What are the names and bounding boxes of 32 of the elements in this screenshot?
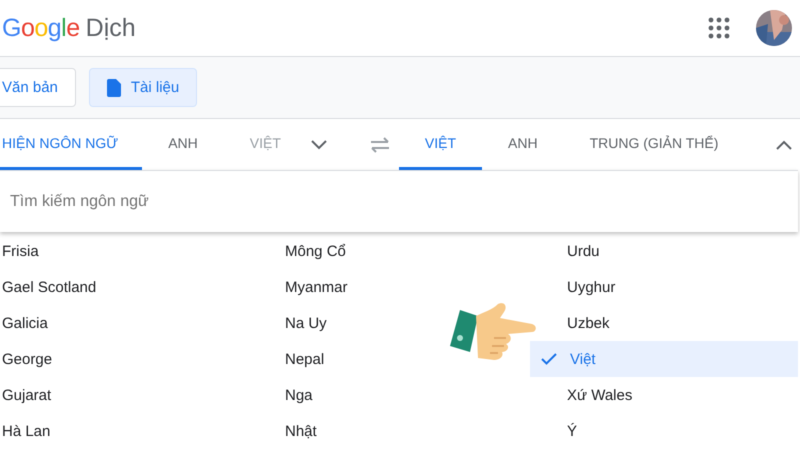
swap-icon[interactable] [368, 136, 391, 152]
language-option[interactable]: Nga [283, 377, 530, 413]
language-option[interactable]: Mông Cổ [283, 233, 530, 269]
chevron-up-icon[interactable] [776, 140, 792, 150]
language-tab[interactable]: ANH [142, 119, 224, 170]
language-option[interactable]: Frisia [0, 233, 283, 269]
apps-grid-icon[interactable] [708, 17, 730, 39]
language-option[interactable]: Ý [530, 413, 798, 449]
language-option[interactable]: Myanmar [283, 269, 530, 305]
chevron-down-icon[interactable] [310, 140, 327, 150]
search-field[interactable]: Tìm kiếm ngôn ngữ [0, 170, 798, 232]
language-option[interactable]: Galicia [0, 305, 283, 341]
language-option[interactable]: Việt [530, 341, 798, 377]
language-option[interactable]: Urdu [530, 233, 798, 269]
language-option[interactable]: Nhật [283, 413, 530, 449]
language-option[interactable]: Na Uy [283, 305, 530, 341]
checkmark-icon [541, 353, 557, 365]
logo: Google [2, 14, 80, 42]
language-option[interactable]: Gael Scotland [0, 269, 283, 305]
language-option[interactable]: Hà Lan [0, 413, 283, 449]
language-tab[interactable]: ANH [482, 119, 564, 170]
language-option[interactable]: Gujarat [0, 377, 283, 413]
document-icon [106, 78, 121, 96]
language-option[interactable]: Uzbek [530, 305, 798, 341]
mode-button[interactable]: Tài liệu [88, 68, 198, 107]
mode-button[interactable]: Văn bản [0, 68, 76, 107]
language-option[interactable]: Nepal [283, 341, 530, 377]
language-option[interactable]: Xứ Wales [530, 377, 798, 413]
language-option[interactable]: George [0, 341, 283, 377]
language-option[interactable]: Uyghur [530, 269, 798, 305]
app-title: Dịch [86, 14, 136, 42]
language-tab[interactable]: TRUNG (GIẢN THỂ) [564, 119, 744, 170]
